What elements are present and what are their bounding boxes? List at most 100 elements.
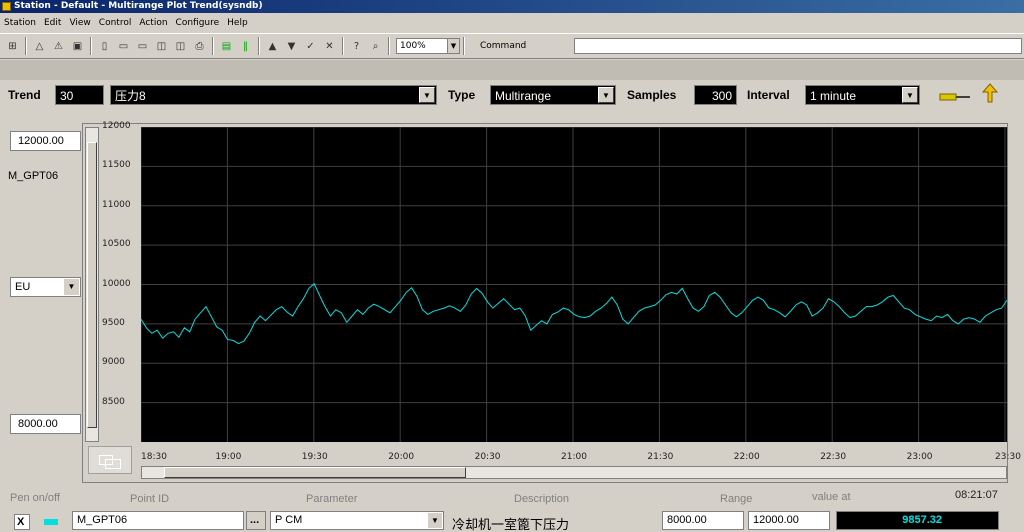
x-tick-label: 19:00	[215, 452, 242, 462]
left-panel: 12000.00 M_GPT06 EU ▼ 8000.00	[0, 122, 84, 482]
x-tick-label: 23:30	[995, 452, 1021, 462]
point-id-field[interactable]: M_GPT06	[72, 511, 244, 530]
y-tick-label: 12000	[102, 121, 131, 131]
chevron-down-icon[interactable]: ▼	[598, 87, 614, 103]
alarm-ack-icon[interactable]: ⚠	[51, 39, 66, 54]
display-icon[interactable]: ▭	[116, 39, 131, 54]
app-icon	[2, 2, 11, 11]
vertical-scrollbar[interactable]	[85, 127, 99, 442]
header-range: Range	[720, 493, 753, 505]
parameter-select[interactable]: P CM ▼	[270, 511, 444, 530]
y-tick-label: 10000	[102, 278, 131, 289]
display-up-icon[interactable]: ▭	[135, 39, 150, 54]
trend-number-field[interactable]: 30	[55, 85, 104, 105]
pen-color-swatch	[44, 519, 58, 525]
horizontal-scroll-thumb[interactable]	[164, 467, 466, 478]
toolbar-separator	[25, 37, 27, 55]
chevron-down-icon[interactable]: ▼	[64, 279, 79, 295]
description-text: 冷却机一室篦下压力	[452, 518, 570, 532]
x-tick-label: 21:30	[647, 452, 674, 462]
browse-button[interactable]: ...	[246, 511, 266, 530]
window-layout-icon[interactable]	[88, 446, 132, 474]
cancel-icon[interactable]: ✕	[322, 39, 337, 54]
header-description: Description	[514, 493, 570, 505]
menu-station[interactable]: Station	[4, 18, 36, 28]
range-low-field[interactable]: 8000.00	[10, 414, 81, 434]
chevron-down-icon[interactable]: ▼	[447, 39, 459, 53]
interval-value: 1 minute	[810, 89, 857, 103]
parameter-value: P CM	[275, 514, 303, 526]
group-icon[interactable]: ‖	[238, 39, 253, 54]
y-tick-label: 9000	[102, 357, 125, 368]
chevron-down-icon[interactable]: ▼	[428, 513, 442, 528]
header-parameter: Parameter	[306, 493, 358, 505]
menu-action[interactable]: Action	[139, 18, 167, 28]
trend-name-value: 压力8	[115, 89, 146, 103]
interval-select[interactable]: 1 minute ▼	[805, 85, 920, 105]
command-input[interactable]	[574, 38, 1022, 54]
horizontal-scrollbar[interactable]	[141, 466, 1007, 479]
search-icon[interactable]: ⌕	[368, 39, 383, 54]
x-tick-label: 22:00	[733, 452, 760, 462]
trend-name-select[interactable]: 压力8 ▼	[110, 85, 437, 105]
display-back-icon[interactable]: ◫	[154, 39, 169, 54]
range-high-field[interactable]: 12000.00	[10, 131, 81, 151]
type-label: Type	[448, 88, 476, 102]
network-icon[interactable]: ⊞	[5, 39, 20, 54]
x-tick-label: 19:30	[301, 452, 328, 462]
y-tick-label: 11000	[102, 199, 131, 210]
pen-name-label: M_GPT06	[8, 170, 59, 182]
lower-icon[interactable]: ▼	[284, 39, 299, 54]
menu-view[interactable]: View	[69, 18, 90, 28]
samples-field[interactable]: 300	[694, 85, 737, 105]
type-select[interactable]: Multirange ▼	[490, 85, 616, 105]
x-tick-label: 20:30	[474, 452, 501, 462]
pen-tool-icon[interactable]	[938, 88, 972, 106]
alarm-icon[interactable]: △	[32, 39, 47, 54]
check-icon[interactable]: ✓	[303, 39, 318, 54]
summary-icon[interactable]: ▣	[70, 39, 85, 54]
toolbar-separator	[388, 37, 390, 55]
header-point-id: Point ID	[130, 493, 170, 505]
chevron-down-icon[interactable]: ▼	[419, 87, 435, 103]
toolbar-separator	[90, 37, 92, 55]
series-line	[141, 282, 1007, 345]
toolbar-separator	[212, 37, 214, 55]
range-high-cell[interactable]: 12000.00	[748, 511, 830, 530]
range-low-cell[interactable]: 8000.00	[662, 511, 744, 530]
value-time: 08:21:07	[955, 489, 998, 501]
menu-bar: Station Edit View Control Action Configu…	[0, 14, 1024, 32]
help-icon[interactable]: ?	[349, 39, 364, 54]
x-tick-label: 21:00	[561, 452, 587, 462]
menu-control[interactable]: Control	[99, 18, 132, 28]
command-label: Command	[480, 41, 527, 51]
pen-table: Pen on/off Point ID Parameter Descriptio…	[0, 486, 1024, 532]
zoom-value: 100%	[400, 41, 426, 51]
x-tick-label: 20:00	[388, 452, 415, 462]
print-icon[interactable]: ⎙	[192, 39, 207, 54]
trend-plot[interactable]	[141, 127, 1007, 442]
trend-label: Trend	[8, 88, 41, 102]
display-forward-icon[interactable]: ◫	[173, 39, 188, 54]
units-value: EU	[15, 281, 31, 293]
pen-checkbox[interactable]: X	[14, 514, 30, 530]
title-bar: Station - Default - Multirange Plot Tren…	[0, 0, 1024, 13]
samples-label: Samples	[627, 88, 677, 102]
zoom-select[interactable]: 100% ▼	[396, 38, 460, 54]
header-strip	[0, 60, 1024, 80]
chevron-down-icon[interactable]: ▼	[902, 87, 918, 103]
menu-edit[interactable]: Edit	[44, 18, 61, 28]
menu-configure[interactable]: Configure	[176, 18, 220, 28]
x-tick-label: 23:00	[906, 452, 933, 462]
units-select[interactable]: EU ▼	[10, 277, 81, 297]
page-icon[interactable]: ▯	[97, 39, 112, 54]
y-tick-label: 11500	[102, 160, 131, 171]
up-arrow-icon[interactable]	[980, 82, 1000, 104]
raise-icon[interactable]: ▲	[265, 39, 280, 54]
vertical-scroll-thumb[interactable]	[87, 142, 97, 428]
y-tick-label: 8500	[102, 396, 125, 407]
menu-help[interactable]: Help	[227, 18, 248, 28]
toolbar-separator	[342, 37, 344, 55]
toolbar: ⊞ △ ⚠ ▣ ▯ ▭ ▭ ◫ ◫ ⎙ ▤ ‖ ▲ ▼ ✓ ✕ ? ⌕ 100%…	[0, 33, 1024, 59]
trend-icon[interactable]: ▤	[219, 39, 234, 54]
